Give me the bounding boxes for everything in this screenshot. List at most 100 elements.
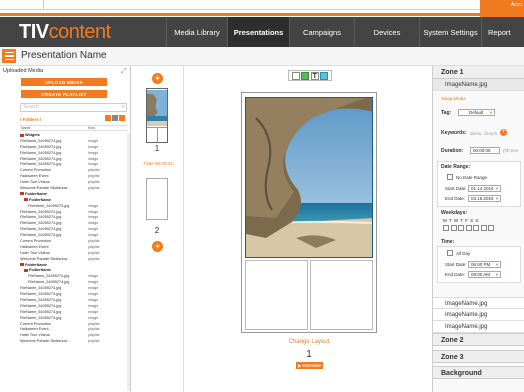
zone-1-image[interactable] (245, 97, 373, 258)
new-folder-icon[interactable] (105, 115, 111, 121)
end-time-label: End Date: (445, 272, 466, 277)
weekday-checkbox[interactable] (473, 225, 479, 231)
end-date-input[interactable]: 03.15.2016 ▼ (468, 195, 501, 202)
slide-transition[interactable]: Fade 00:00:03 (138, 161, 178, 166)
media-row-name: Hotel Tour Videos (20, 333, 50, 338)
media-row-name: FileName_54059274.jpg (20, 209, 62, 214)
all-day-checkbox[interactable] (447, 250, 453, 256)
media-row-name: FileName_54059274.jpg (20, 286, 62, 291)
pointer-tool-icon[interactable] (291, 71, 300, 80)
grid-view-icon[interactable] (112, 115, 118, 121)
selected-file[interactable]: ImageName.jpg (433, 79, 524, 91)
expand-icon[interactable]: ⤢ (121, 68, 128, 75)
zone-file-2[interactable]: ImageName.jpg (433, 309, 524, 321)
nav-devices[interactable]: Devices (354, 17, 419, 47)
col-name[interactable]: Name (21, 126, 30, 130)
swap-media-link[interactable]: Swap Media (441, 96, 466, 101)
duration-label: Duration: (441, 148, 464, 154)
media-row-name: FileName_54059274.jpg (20, 233, 62, 238)
slide-thumb-1-bottom (147, 127, 167, 143)
start-date-value: 01.14.2016 (471, 186, 494, 191)
logo[interactable]: TIVcontent (19, 21, 111, 43)
start-time-input[interactable]: 06:00 PM ▼ (468, 261, 501, 268)
media-scrollbar[interactable] (127, 133, 130, 391)
zone-file-3[interactable]: ImageName.jpg (433, 321, 524, 333)
video-tool-icon[interactable] (320, 71, 329, 80)
presentation-name[interactable]: Presentation Name (21, 50, 107, 61)
zone-file-1[interactable]: ImageName.jpg (433, 297, 524, 309)
image-tool-icon[interactable] (301, 71, 310, 80)
media-row-name: FileName_54059274.jpg (20, 150, 62, 155)
weekday-checkbox[interactable] (443, 225, 449, 231)
zone-3-header[interactable]: Zone 3 (433, 350, 524, 363)
weekdays-label: Weekdays: (441, 210, 468, 216)
add-keyword-icon[interactable]: + (500, 129, 507, 136)
end-date-value: 03.15.2016 (471, 196, 494, 201)
beach-cliff-image (246, 98, 372, 257)
search-placeholder: Search (23, 104, 39, 110)
media-row-name: FileName_54059274.jpg (20, 144, 62, 149)
zone-3-area[interactable] (310, 260, 373, 330)
list-view-icon[interactable] (119, 115, 125, 121)
slide-stage (241, 92, 377, 333)
logo-part-2: content (48, 21, 112, 43)
search-icon[interactable]: ⌕ (122, 104, 125, 111)
keywords-input[interactable]: dress, church (470, 131, 497, 136)
zone-2-header[interactable]: Zone 2 (433, 333, 524, 346)
current-slide-number: 1 (306, 349, 312, 360)
weekday-checkbox[interactable] (488, 225, 494, 231)
frame-bar (0, 0, 44, 10)
slide-thumb-2[interactable] (146, 178, 168, 220)
create-playlist-button[interactable]: CREATE PLAYLIST (21, 90, 107, 98)
folder-icon (20, 133, 24, 137)
upload-media-button[interactable]: UPLOAD MEDIA (21, 78, 107, 86)
start-date-input[interactable]: 01.14.2016 ▼ (468, 185, 501, 192)
frame-accent-line (0, 13, 524, 16)
zone-1-header[interactable]: Zone 1 (433, 66, 524, 79)
change-layout-link[interactable]: Change Layout (241, 339, 377, 345)
weekday-checkbox[interactable] (480, 225, 487, 231)
duration-input[interactable]: 00:00:05 (470, 147, 500, 154)
media-row-name: FileName_54059274.jpg (20, 303, 62, 308)
media-row-name: FileName_54059274.jpg (20, 221, 62, 226)
layout-canvas: T Change Layout 1 ▶ PREVIEW (184, 66, 432, 392)
no-date-range-checkbox[interactable] (447, 174, 453, 180)
duration-value: 00:00:05 (473, 148, 491, 153)
nav-system-settings[interactable]: System Settings (419, 17, 481, 47)
folder-breadcrumb[interactable]: / Folders / (20, 117, 41, 122)
media-search-input[interactable]: Search ⌕ (20, 103, 127, 112)
top-nav: TIVcontent Media Library Presentations C… (0, 17, 524, 47)
media-row-name: Current Promotion (20, 321, 52, 326)
nav-reports[interactable]: Report (481, 17, 524, 47)
browser-frame: Acco (0, 0, 524, 17)
preview-button[interactable]: ▶ PREVIEW (296, 362, 323, 369)
start-time-value: 06:00 PM (471, 262, 491, 267)
background-header[interactable]: Background (433, 366, 524, 379)
media-row[interactable]: Welcome Parade Slideshow playlist (20, 339, 127, 345)
nav-media-library[interactable]: Media Library (166, 17, 227, 47)
text-tool-icon[interactable]: T (310, 71, 319, 80)
folder-icon (20, 192, 24, 196)
weekday-letters: M T W T F S S (443, 218, 479, 223)
media-row-name: FolderName (25, 262, 47, 267)
media-row-name: Current Promotion (20, 239, 52, 244)
chevron-down-icon: ▼ (489, 110, 493, 115)
account-label[interactable]: Acco (511, 2, 522, 8)
zone-2-area[interactable] (245, 260, 308, 330)
media-row-name: FolderName (29, 197, 51, 202)
add-slide-top-icon[interactable]: + (152, 73, 163, 84)
tag-select[interactable]: Default ▼ (458, 109, 495, 116)
weekday-checkbox[interactable] (458, 225, 464, 231)
media-row-name: FileName_54059274.jpg (20, 138, 62, 143)
weekday-checkbox[interactable] (450, 225, 457, 231)
end-date-label: End Date: (445, 196, 466, 201)
add-slide-bottom-icon[interactable]: + (152, 241, 163, 252)
slide-thumb-1[interactable] (146, 88, 168, 143)
slide-strip: + 1 Fade 00:00:03 2 + (131, 66, 184, 392)
weekday-checkbox[interactable] (465, 225, 472, 231)
nav-campaigns[interactable]: Campaigns (289, 17, 354, 47)
hamburger-menu-icon[interactable] (2, 49, 16, 63)
nav-presentations[interactable]: Presentations (227, 17, 289, 47)
end-time-input[interactable]: 09:00 AM ▼ (468, 271, 501, 278)
col-kind[interactable]: Kind (88, 126, 95, 130)
